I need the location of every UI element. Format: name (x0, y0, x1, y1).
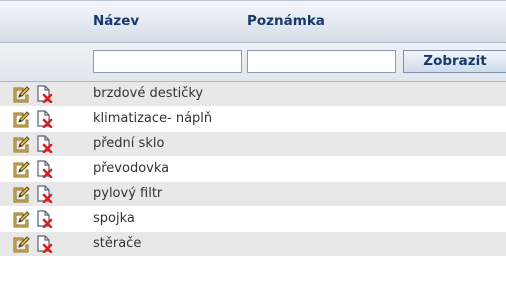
table-row: převodovka (0, 157, 506, 182)
row-name: stěrače (93, 236, 142, 251)
table-row: přední sklo (0, 132, 506, 157)
table-row: stěrače (0, 232, 506, 257)
table-row: pylový filtr (0, 182, 506, 207)
delete-document-icon[interactable] (35, 185, 53, 203)
name-filter-input[interactable] (93, 50, 242, 73)
row-name: brzdové destičky (93, 86, 204, 101)
table-row: spojka (0, 207, 506, 232)
table-row: klimatizace- náplň (0, 107, 506, 132)
edit-icon[interactable] (12, 85, 30, 103)
filter-row: Zobrazit (0, 42, 506, 82)
edit-icon[interactable] (12, 185, 30, 203)
edit-icon[interactable] (12, 160, 30, 178)
delete-document-icon[interactable] (35, 235, 53, 253)
row-name: klimatizace- náplň (93, 111, 213, 126)
table-row: brzdové destičky (0, 82, 506, 107)
row-name: přední sklo (93, 136, 165, 151)
delete-document-icon[interactable] (35, 85, 53, 103)
show-button[interactable]: Zobrazit (403, 50, 506, 73)
row-name: pylový filtr (93, 186, 163, 201)
edit-icon[interactable] (12, 110, 30, 128)
row-name: převodovka (93, 161, 170, 176)
column-header-note[interactable]: Poznámka (247, 13, 325, 29)
row-name: spojka (93, 211, 135, 226)
grid-header: Název Poznámka (0, 0, 506, 42)
delete-document-icon[interactable] (35, 135, 53, 153)
delete-document-icon[interactable] (35, 160, 53, 178)
items-grid: Název Poznámka Zobrazit brzdové destičky (0, 0, 506, 257)
delete-document-icon[interactable] (35, 110, 53, 128)
edit-icon[interactable] (12, 235, 30, 253)
delete-document-icon[interactable] (35, 210, 53, 228)
note-filter-input[interactable] (247, 50, 396, 73)
edit-icon[interactable] (12, 210, 30, 228)
edit-icon[interactable] (12, 135, 30, 153)
column-header-name[interactable]: Název (93, 13, 139, 29)
